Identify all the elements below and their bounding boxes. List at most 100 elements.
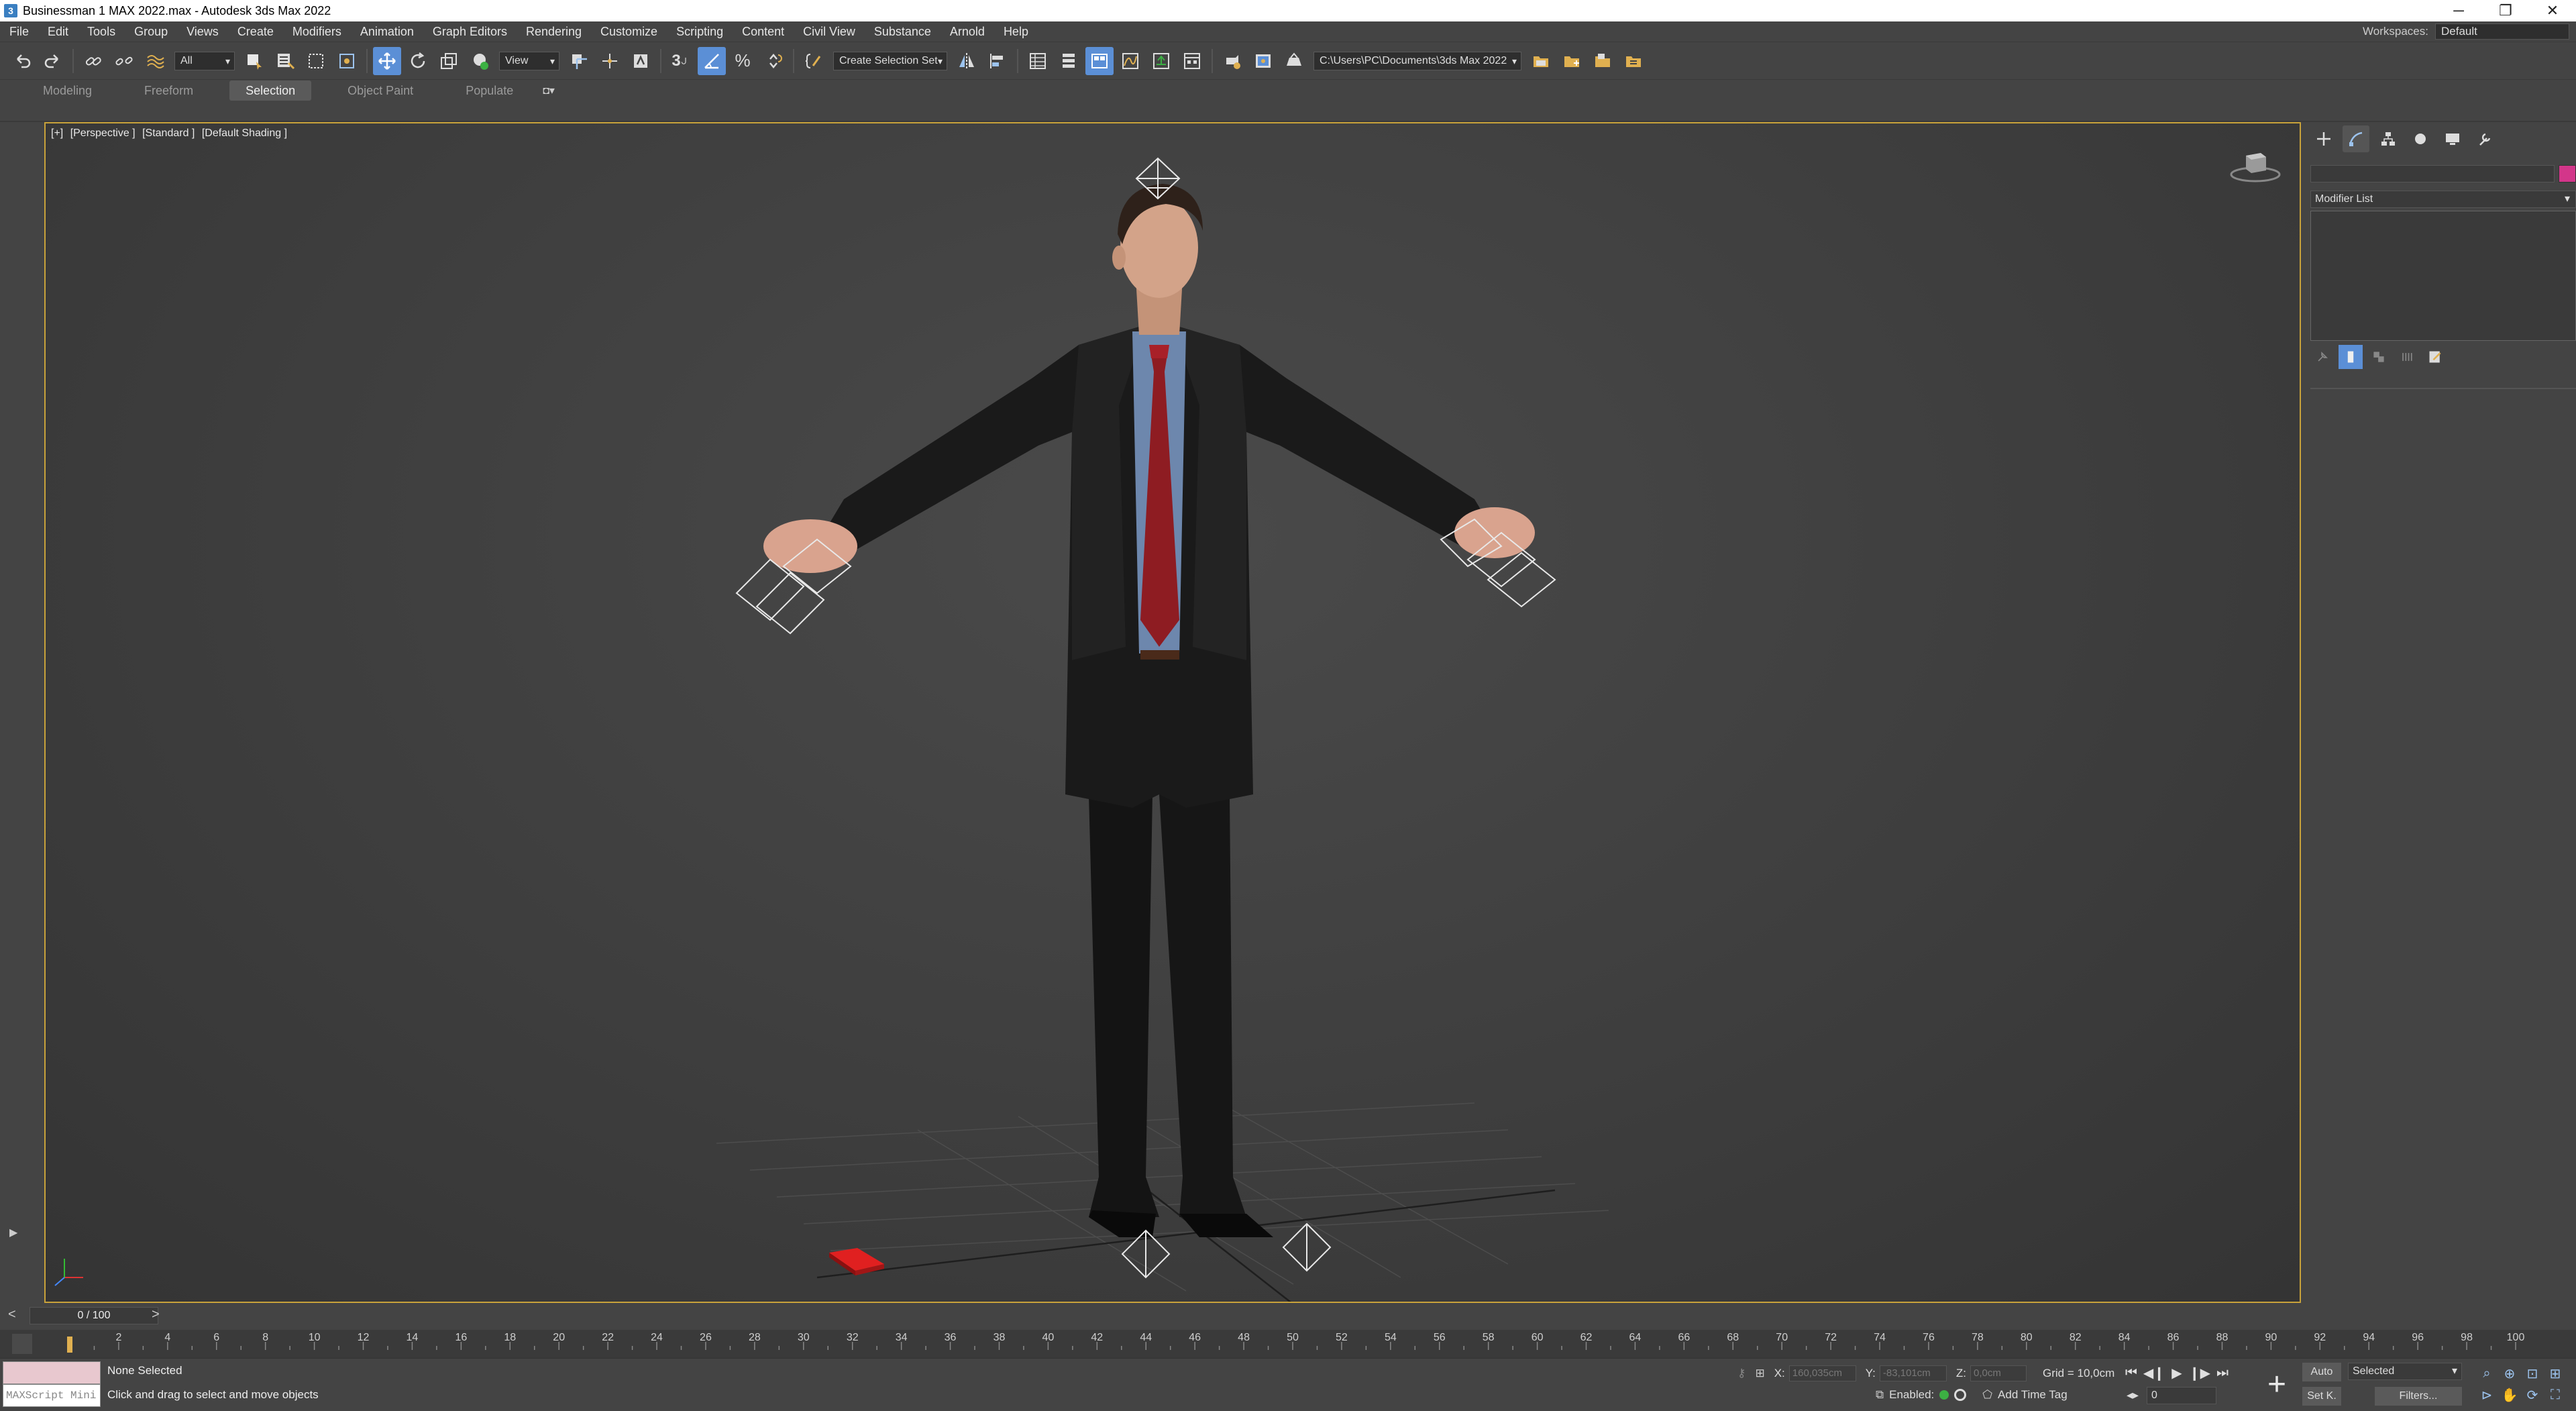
rectangular-selection-icon[interactable] xyxy=(302,47,330,75)
make-unique-icon[interactable] xyxy=(2367,345,2391,369)
zoom-icon[interactable]: ⌕ xyxy=(2475,1363,2498,1384)
maximize-viewport-icon[interactable]: ⛶ xyxy=(2544,1384,2567,1406)
minimize-button[interactable]: ─ xyxy=(2435,0,2482,21)
create-empty-project-icon[interactable] xyxy=(1589,47,1617,75)
play-icon[interactable]: ▶ xyxy=(2165,1363,2188,1383)
select-and-rotate-icon[interactable] xyxy=(404,47,432,75)
viewcube-icon[interactable] xyxy=(2229,146,2282,187)
object-name-field[interactable] xyxy=(2310,165,2555,182)
tab-selection[interactable]: Selection xyxy=(229,80,312,101)
unlink-icon[interactable] xyxy=(110,47,138,75)
material-editor-icon[interactable] xyxy=(1178,47,1206,75)
go-to-start-icon[interactable]: ⏮ xyxy=(2120,1363,2143,1383)
viewport-shading-menu[interactable]: [Default Shading ] xyxy=(202,127,287,139)
undo-icon[interactable] xyxy=(8,47,36,75)
adaptive-degradation-icon[interactable]: ⧉ xyxy=(1876,1388,1884,1402)
time-tag-icon[interactable]: ⬠ xyxy=(1982,1388,1992,1402)
object-color-swatch[interactable] xyxy=(2559,165,2576,182)
z-coordinate-field[interactable]: 0,0cm xyxy=(1970,1365,2027,1381)
menu-graph-editors[interactable]: Graph Editors xyxy=(423,21,517,42)
zoom-extents-icon[interactable]: ⊡ xyxy=(2521,1363,2544,1384)
open-project-icon[interactable] xyxy=(1527,47,1555,75)
pivot-center-icon[interactable] xyxy=(565,47,593,75)
time-slider-thumb[interactable]: 0 / 100 xyxy=(30,1307,158,1324)
configure-modifier-sets-icon[interactable] xyxy=(2423,345,2447,369)
pin-stack-icon[interactable] xyxy=(2310,345,2334,369)
keyboard-shortcut-override-icon[interactable] xyxy=(627,47,655,75)
select-manipulate-icon[interactable] xyxy=(596,47,624,75)
menu-edit[interactable]: Edit xyxy=(38,21,78,42)
show-end-result-icon[interactable] xyxy=(2339,345,2363,369)
set-key-icon[interactable]: + xyxy=(2258,1365,2296,1403)
project-settings-icon[interactable] xyxy=(1619,47,1648,75)
businessman-character[interactable] xyxy=(763,184,1535,1237)
auto-key-button[interactable]: Auto xyxy=(2302,1363,2341,1381)
curve-editor-icon[interactable] xyxy=(1116,47,1144,75)
maxscript-output[interactable] xyxy=(3,1361,101,1384)
menu-tools[interactable]: Tools xyxy=(78,21,125,42)
menu-customize[interactable]: Customize xyxy=(591,21,667,42)
align-icon[interactable] xyxy=(983,47,1012,75)
absolute-mode-icon[interactable]: ⊞ xyxy=(1755,1367,1764,1380)
menu-group[interactable]: Group xyxy=(125,21,177,42)
spinner-snap-icon[interactable] xyxy=(759,47,788,75)
snaps-toggle-icon[interactable]: 3 xyxy=(667,47,695,75)
pan-view-icon[interactable]: ✋ xyxy=(2498,1384,2521,1406)
menu-views[interactable]: Views xyxy=(177,21,228,42)
menu-content[interactable]: Content xyxy=(733,21,794,42)
modifier-list-dropdown[interactable]: Modifier List xyxy=(2310,191,2576,208)
select-and-move-icon[interactable] xyxy=(373,46,401,75)
viewport-general-menu[interactable]: [+] xyxy=(51,127,63,139)
create-icon[interactable] xyxy=(2310,125,2337,152)
go-to-end-icon[interactable]: ⏭ xyxy=(2211,1363,2234,1383)
tab-modeling[interactable]: Modeling xyxy=(27,81,108,101)
select-by-name-icon[interactable] xyxy=(271,47,299,75)
motion-icon[interactable] xyxy=(2407,125,2434,152)
orbit-icon[interactable]: ⟳ xyxy=(2521,1384,2544,1406)
modifier-stack[interactable] xyxy=(2310,211,2576,341)
toggle-ribbon-icon[interactable] xyxy=(1085,46,1114,75)
menu-file[interactable]: File xyxy=(0,21,38,42)
ribbon-options-icon[interactable]: ◘▾ xyxy=(543,84,555,97)
menu-scripting[interactable]: Scripting xyxy=(667,21,733,42)
percent-snap-icon[interactable]: % xyxy=(729,47,757,75)
maxscript-input[interactable]: MAXScript Mini xyxy=(3,1384,101,1407)
previous-frame-icon[interactable]: ◀❙ xyxy=(2143,1363,2165,1383)
field-of-view-icon[interactable]: ⊳ xyxy=(2475,1384,2498,1406)
menu-arnold[interactable]: Arnold xyxy=(941,21,994,42)
named-selection-dropdown[interactable]: Create Selection Set xyxy=(833,51,947,70)
viewport-standard-menu[interactable]: [Standard ] xyxy=(142,127,195,139)
zoom-extents-all-icon[interactable]: ⊞ xyxy=(2544,1363,2567,1384)
add-time-tag-button[interactable]: Add Time Tag xyxy=(1998,1388,2068,1402)
current-frame-field[interactable]: 0 xyxy=(2147,1387,2216,1404)
remove-modifier-icon[interactable] xyxy=(2395,345,2419,369)
menu-help[interactable]: Help xyxy=(994,21,1038,42)
utilities-icon[interactable] xyxy=(2471,125,2498,152)
schematic-view-icon[interactable] xyxy=(1147,47,1175,75)
time-config-icon[interactable]: ◂▸ xyxy=(2127,1388,2139,1402)
mirror-icon[interactable] xyxy=(953,47,981,75)
key-filters-button[interactable]: Filters... xyxy=(2375,1387,2462,1406)
selection-filter-dropdown[interactable]: All xyxy=(174,51,235,70)
expand-layout-icon[interactable]: ▶ xyxy=(9,1226,17,1239)
render-production-icon[interactable] xyxy=(1280,47,1308,75)
project-folder-dropdown[interactable]: C:\Users\PC\Documents\3ds Max 2022 xyxy=(1313,51,1521,70)
select-object-icon[interactable] xyxy=(240,47,268,75)
rendered-frame-window-icon[interactable] xyxy=(1249,47,1277,75)
track-bar[interactable]: 2 4 6 8 10 12 14 16 18 20 22 24 26 28 30 32 34 36 38 40 42 44… xyxy=(0,1330,2576,1358)
hierarchy-icon[interactable] xyxy=(2375,125,2402,152)
redo-icon[interactable] xyxy=(39,47,67,75)
close-button[interactable]: ✕ xyxy=(2529,0,2576,21)
isolate-selection-icon[interactable]: ⚷ xyxy=(1737,1367,1746,1380)
modify-icon[interactable] xyxy=(2343,125,2369,152)
select-and-scale-icon[interactable] xyxy=(435,47,463,75)
x-coordinate-field[interactable]: 160,035cm xyxy=(1788,1365,1856,1381)
viewport-point-of-view-menu[interactable]: [Perspective ] xyxy=(70,127,136,139)
render-setup-icon[interactable] xyxy=(1218,47,1246,75)
tab-freeform[interactable]: Freeform xyxy=(128,81,209,101)
tab-object-paint[interactable]: Object Paint xyxy=(331,81,429,101)
menu-create[interactable]: Create xyxy=(228,21,283,42)
enabled-toggle-icon[interactable] xyxy=(1954,1389,1967,1401)
restore-button[interactable]: ❐ xyxy=(2482,0,2529,21)
tab-populate[interactable]: Populate xyxy=(449,81,529,101)
